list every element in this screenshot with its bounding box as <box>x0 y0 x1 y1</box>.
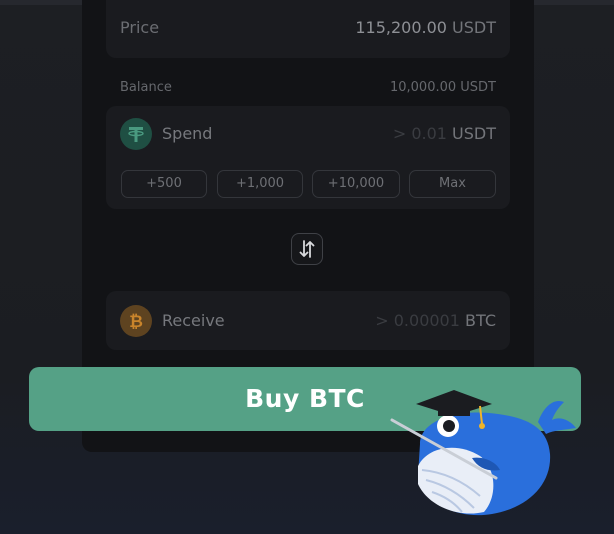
spend-min-prefix: > <box>392 124 407 143</box>
spend-label: Spend <box>162 124 213 143</box>
swap-arrows-icon <box>299 240 315 258</box>
spend-unit: USDT <box>452 124 496 143</box>
price-label: Price <box>120 18 160 37</box>
price-value: 115,200.00 USDT <box>355 18 496 37</box>
quick-amount-1000-button[interactable]: +1,000 <box>217 170 303 198</box>
quick-amount-10000-button[interactable]: +10,000 <box>312 170 400 198</box>
balance-value: 10,000.00 USDT <box>389 80 496 95</box>
receive-min-amount: 0.00001 <box>393 311 460 330</box>
spend-card: Spend > 0.01 USDT +500 +1,000 +10,000 Ma… <box>106 106 510 209</box>
balance-label: Balance <box>120 80 172 95</box>
receive-min-prefix: > <box>375 311 389 330</box>
btc-icon: ₿ <box>120 305 152 337</box>
receive-amount-input[interactable]: > 0.00001 BTC <box>375 311 496 330</box>
spend-amount-input[interactable]: > 0.01 USDT <box>393 124 496 143</box>
spend-min-amount: 0.01 <box>411 124 447 143</box>
receive-label: Receive <box>162 311 225 330</box>
swap-button[interactable] <box>291 233 323 265</box>
usdt-icon <box>120 118 152 150</box>
price-unit: USDT <box>452 18 496 37</box>
quick-amount-max-button[interactable]: Max <box>409 170 496 198</box>
receive-card: ₿ Receive > 0.00001 BTC <box>106 291 510 350</box>
price-amount: 115,200.00 <box>355 18 447 37</box>
whale-graduate-mascot-icon <box>390 390 576 516</box>
balance-row: Balance 10,000.00 USDT <box>120 80 496 100</box>
svg-text:₿: ₿ <box>129 312 143 332</box>
price-card: Price 115,200.00 USDT <box>106 0 510 58</box>
quick-amount-500-button[interactable]: +500 <box>121 170 207 198</box>
receive-unit: BTC <box>465 311 496 330</box>
